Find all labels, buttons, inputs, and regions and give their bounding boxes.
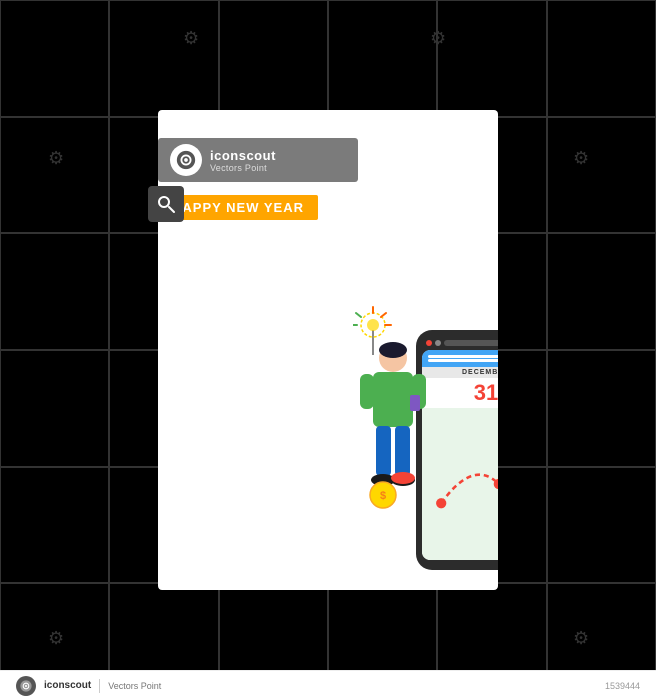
brand-name: iconscout [210, 148, 276, 163]
grid-cell [547, 0, 656, 117]
grid-cell [0, 233, 109, 350]
grid-cell [0, 350, 109, 467]
gear-icon: ⚙ [183, 28, 199, 49]
grid-cell [547, 467, 656, 584]
grid-cell [547, 233, 656, 350]
grid-cell [547, 350, 656, 467]
bottom-brand-name: iconscout [44, 680, 91, 691]
watermark-text: iconscout Vectors Point [210, 148, 276, 173]
gear-icon: ⚙ [430, 28, 446, 49]
grid-cell [437, 0, 546, 117]
asset-id: 1539444 [605, 681, 640, 691]
bottom-iconscout-logo [16, 676, 36, 696]
gear-icon: ⚙ [573, 148, 589, 169]
bottom-divider [99, 679, 100, 693]
grid-cell [109, 0, 218, 117]
search-icon-box [148, 186, 184, 222]
grid-cell [0, 467, 109, 584]
svg-text:$: $ [380, 490, 386, 502]
grid-cell [328, 0, 437, 117]
calendar-header-line [428, 355, 498, 358]
grid-cell [0, 117, 109, 234]
gear-icon: ⚙ [48, 148, 64, 169]
hny-text: HAPPY NEW YEAR [172, 200, 304, 215]
gear-icon: ⚙ [573, 628, 589, 649]
search-icon [156, 194, 176, 214]
iconscout-logo [170, 144, 202, 176]
grid-cell [219, 0, 328, 117]
coin-decoration: $ [368, 480, 398, 515]
bottom-brand-sub: Vectors Point [108, 681, 161, 691]
grid-cell [0, 0, 109, 117]
phone-status-line [444, 340, 498, 346]
brand-sub: Vectors Point [210, 163, 276, 173]
watermark-banner: iconscout Vectors Point [158, 138, 358, 182]
firework-decoration [353, 305, 393, 360]
gear-icon: ⚙ [48, 628, 64, 649]
bottom-watermark-bar: iconscout Vectors Point 1539444 [0, 670, 656, 700]
grid-cell [547, 117, 656, 234]
calendar-header-line [428, 359, 498, 362]
main-illustration: $ DECEMBER 31 [158, 110, 498, 590]
